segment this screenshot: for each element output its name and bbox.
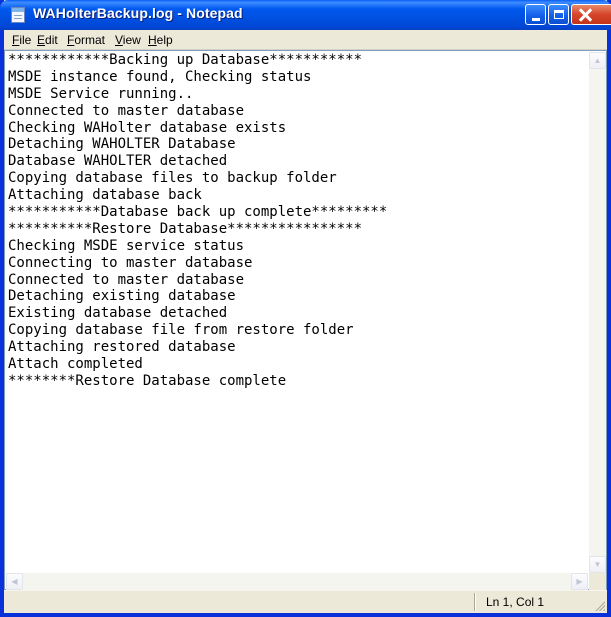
- text-line: Copying database file from restore folde…: [8, 322, 354, 339]
- text-line: ***********Database back up complete****…: [8, 204, 388, 221]
- status-divider: [474, 593, 476, 611]
- text-line: ************Backing up Database*********…: [8, 52, 363, 68]
- close-button[interactable]: [571, 4, 611, 25]
- text-line: ********Restore Database complete: [8, 372, 287, 389]
- text-content[interactable]: ************Backing up Database*********…: [6, 52, 588, 573]
- text-line: **********Restore Database**************…: [8, 220, 363, 237]
- text-line: MSDE Service running..: [8, 85, 194, 102]
- text-line: Database WAHOLTER detached: [8, 153, 228, 170]
- cursor-position: Ln 1, Col 1: [486, 595, 545, 609]
- notepad-icon[interactable]: [11, 7, 25, 23]
- text-line: Checking MSDE service status: [8, 237, 245, 254]
- resize-grip-icon[interactable]: [594, 600, 605, 611]
- text-line: Connected to master database: [8, 271, 245, 288]
- notepad-window: WAHolterBackup.log - Notepad File Edit F…: [0, 0, 611, 617]
- maximize-icon: [553, 10, 564, 19]
- menu-view[interactable]: View: [115, 33, 141, 47]
- close-icon: [578, 8, 592, 22]
- status-bar: Ln 1, Col 1: [4, 590, 607, 613]
- text-line: Attaching restored database: [8, 339, 236, 356]
- horizontal-scrollbar[interactable]: ◀ ▶: [6, 573, 588, 590]
- arrow-right-icon: ▶: [576, 577, 583, 586]
- text-editor[interactable]: ************Backing up Database*********…: [4, 50, 607, 590]
- minimize-button[interactable]: [525, 4, 546, 25]
- text-line: MSDE instance found, Checking status: [8, 68, 312, 85]
- text-line: Connecting to master database: [8, 254, 253, 271]
- text-line: Attaching database back: [8, 187, 202, 204]
- menu-file[interactable]: File: [12, 33, 31, 47]
- text-line: Existing database detached: [8, 305, 228, 322]
- text-line: Copying database files to backup folder: [8, 170, 337, 187]
- arrow-up-icon: ▲: [593, 56, 602, 65]
- text-line: Checking WAHolter database exists: [8, 119, 287, 136]
- scroll-right-button[interactable]: ▶: [571, 573, 588, 590]
- maximize-button[interactable]: [548, 4, 569, 25]
- scroll-left-button[interactable]: ◀: [6, 573, 23, 590]
- title-bar[interactable]: WAHolterBackup.log - Notepad: [0, 0, 611, 30]
- menu-bar: File Edit Format View Help: [4, 30, 607, 50]
- vertical-scrollbar[interactable]: ▲ ▼: [589, 52, 606, 573]
- text-line: Attach completed: [8, 356, 143, 373]
- menu-help[interactable]: Help: [148, 33, 173, 47]
- scroll-down-button[interactable]: ▼: [589, 556, 606, 573]
- text-line: Connected to master database: [8, 102, 245, 119]
- menu-edit[interactable]: Edit: [37, 33, 58, 47]
- scroll-up-button[interactable]: ▲: [589, 52, 606, 69]
- window-title: WAHolterBackup.log - Notepad: [33, 5, 243, 21]
- text-line: Detaching existing database: [8, 288, 236, 305]
- arrow-left-icon: ◀: [11, 577, 18, 586]
- menu-format[interactable]: Format: [67, 33, 105, 47]
- minimize-icon: [531, 17, 540, 21]
- arrow-down-icon: ▼: [593, 560, 602, 569]
- text-line: Detaching WAHOLTER Database: [8, 136, 236, 153]
- scrollbar-corner: [589, 573, 606, 590]
